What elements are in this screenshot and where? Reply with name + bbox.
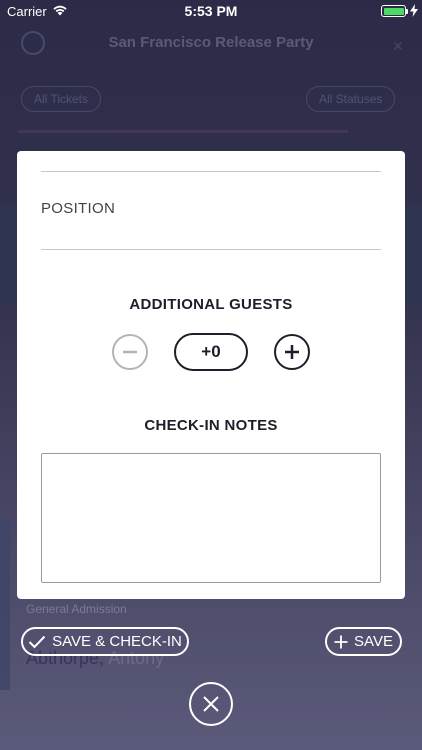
close-modal-button[interactable] (189, 682, 233, 726)
battery-icon (381, 5, 406, 17)
background-strip (0, 520, 10, 690)
position-field-underline (41, 249, 381, 250)
save-button[interactable]: SAVE (325, 627, 402, 656)
save-and-checkin-button[interactable]: SAVE & CHECK-IN (21, 627, 189, 656)
attendee-ticket-type: General Admission (26, 602, 127, 616)
decrement-guests-button[interactable] (112, 334, 148, 370)
checkmark-icon (28, 635, 46, 648)
status-bar: Carrier 5:53 PM (0, 0, 422, 22)
ticket-filter: All Tickets (21, 86, 102, 112)
battery-tip (406, 9, 408, 14)
save-and-checkin-label: SAVE & CHECK-IN (52, 633, 182, 650)
minus-icon (123, 350, 137, 354)
divider-top (41, 171, 381, 172)
plus-icon (285, 345, 299, 359)
charging-bolt-icon (410, 4, 418, 17)
clock: 5:53 PM (184, 3, 238, 19)
event-title: San Francisco Release Party (108, 34, 314, 51)
plus-icon (334, 635, 348, 648)
position-field-label[interactable]: POSITION (41, 200, 115, 217)
save-label: SAVE (354, 633, 393, 650)
menu-icon: ✕ (392, 38, 404, 54)
checkin-notes-input[interactable] (41, 453, 381, 583)
checkin-notes-title: CHECK-IN NOTES (144, 417, 278, 434)
close-icon (203, 696, 219, 712)
battery-level (383, 7, 404, 15)
increment-guests-button[interactable] (274, 334, 310, 370)
additional-guests-title: ADDITIONAL GUESTS (129, 296, 293, 313)
status-filter: All Statuses (306, 86, 396, 112)
guest-count-display: +0 (174, 333, 248, 371)
checkin-modal: POSITION ADDITIONAL GUESTS +0 CHECK-IN N… (17, 151, 405, 599)
checkin-progress-bar (18, 130, 348, 133)
